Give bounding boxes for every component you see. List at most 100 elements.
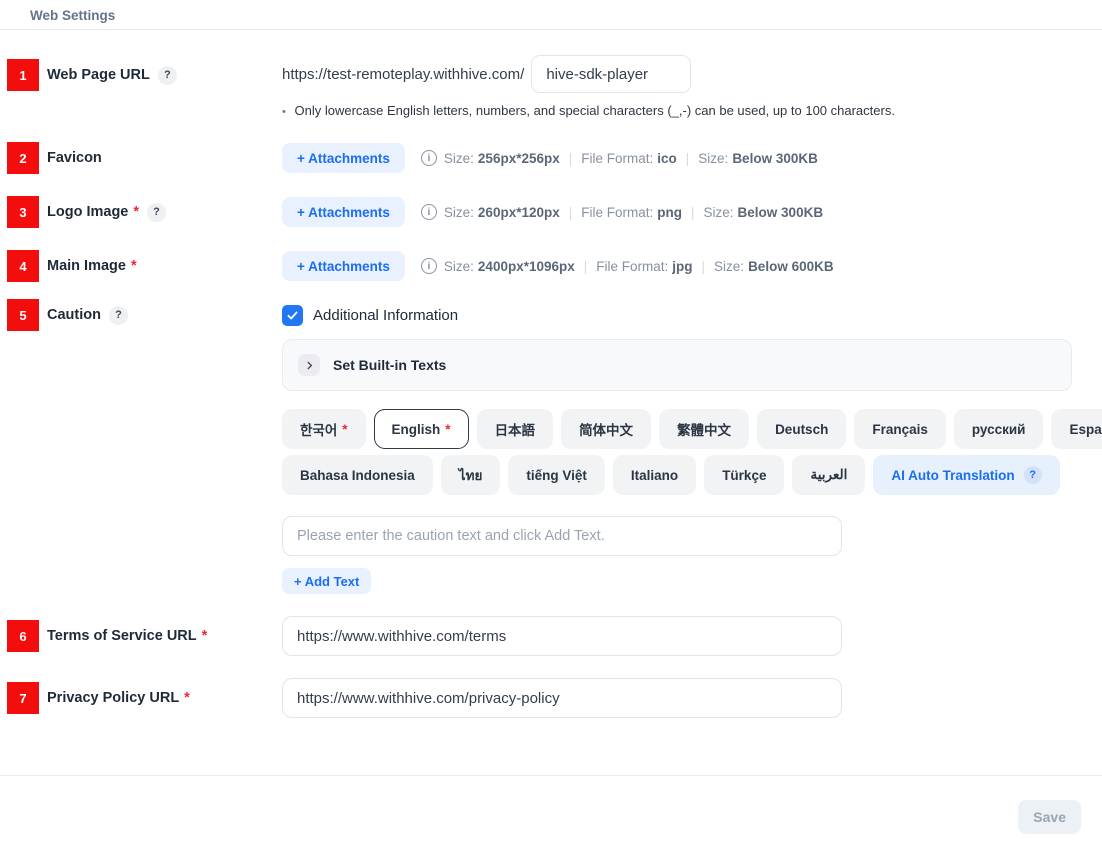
field-row-web-page-url: 1 Web Page URL ? https://test-remoteplay… xyxy=(0,55,1102,118)
format-label: File Format: xyxy=(581,151,653,166)
set-built-in-texts-panel[interactable]: Set Built-in Texts xyxy=(282,339,1072,391)
separator: | xyxy=(569,151,573,166)
filesize-value: Below 600KB xyxy=(748,259,834,274)
field-label-favicon: Favicon xyxy=(47,150,102,166)
field-number-badge: 3 xyxy=(7,196,39,228)
field-number-badge: 5 xyxy=(7,299,39,331)
filesize-value: Below 300KB xyxy=(738,205,824,220)
favicon-info-line: i Size: 256px*256px | File Format: ico |… xyxy=(421,150,818,166)
attachments-button[interactable]: + Attachments xyxy=(282,251,405,281)
language-chip-arabic[interactable]: العربية xyxy=(792,455,865,495)
filesize-value: Below 300KB xyxy=(732,151,818,166)
required-mark: * xyxy=(202,628,208,644)
required-mark: * xyxy=(184,690,190,706)
separator: | xyxy=(686,151,690,166)
language-chip-turkish[interactable]: Türkçe xyxy=(704,455,784,495)
language-chip-german[interactable]: Deutsch xyxy=(757,409,846,449)
field-label-logo-image: Logo Image * ? xyxy=(47,203,166,222)
web-page-url-input[interactable] xyxy=(531,55,691,93)
ai-auto-translation-button[interactable]: AI Auto Translation? xyxy=(873,455,1059,495)
help-icon[interactable]: ? xyxy=(158,66,177,85)
add-text-button[interactable]: + Add Text xyxy=(282,568,371,594)
field-label-text: Main Image xyxy=(47,258,126,274)
language-chip-french[interactable]: Français xyxy=(854,409,946,449)
main-image-attach-line: + Attachments i Size: 2400px*1096px | Fi… xyxy=(282,251,1102,281)
web-settings-page: Web Settings 1 Web Page URL ? https://te… xyxy=(0,0,1102,850)
language-chip-simplified-chinese[interactable]: 简体中文 xyxy=(561,409,651,449)
field-label-text: Terms of Service URL xyxy=(47,628,197,644)
field-row-main-image: 4 Main Image * + Attachments i Size: 240… xyxy=(0,251,1102,281)
logo-info-line: i Size: 260px*120px | File Format: png |… xyxy=(421,204,823,220)
web-page-url-helper: • Only lowercase English letters, number… xyxy=(282,103,1102,118)
field-content-main-image: + Attachments i Size: 2400px*1096px | Fi… xyxy=(282,251,1102,281)
size-label: Size: xyxy=(444,259,474,274)
size-value: 2400px*1096px xyxy=(478,259,575,274)
filesize-label: Size: xyxy=(698,151,728,166)
required-mark: * xyxy=(342,422,347,437)
language-chip-label: 繁體中文 xyxy=(677,419,731,439)
field-content-terms-url xyxy=(282,616,1102,656)
web-page-url-line: https://test-remoteplay.withhive.com/ xyxy=(282,55,1102,93)
language-chip-label: English xyxy=(392,422,441,437)
language-chip-label: العربية xyxy=(810,467,847,483)
separator: | xyxy=(569,205,573,220)
field-left-privacy-url: 7 Privacy Policy URL * xyxy=(0,678,282,718)
main-image-info-line: i Size: 2400px*1096px | File Format: jpg… xyxy=(421,258,834,274)
attachments-button[interactable]: + Attachments xyxy=(282,143,405,173)
format-label: File Format: xyxy=(596,259,668,274)
chevron-right-icon[interactable] xyxy=(298,354,320,376)
language-chip-italian[interactable]: Italiano xyxy=(613,455,696,495)
attachments-button[interactable]: + Attachments xyxy=(282,197,405,227)
field-label-web-page-url: Web Page URL ? xyxy=(47,66,177,85)
field-label-text: Favicon xyxy=(47,150,102,166)
additional-information-checkbox[interactable] xyxy=(282,305,303,326)
help-icon[interactable]: ? xyxy=(147,203,166,222)
language-chip-indonesian[interactable]: Bahasa Indonesia xyxy=(282,455,433,495)
help-icon[interactable]: ? xyxy=(1024,466,1042,484)
language-chip-japanese[interactable]: 日本語 xyxy=(477,409,554,449)
language-chip-label: tiếng Việt xyxy=(526,468,587,483)
field-number-badge: 7 xyxy=(7,682,39,714)
language-tabs-row-2: Bahasa Indonesia ไทย tiếng Việt Italiano… xyxy=(282,455,1102,495)
separator: | xyxy=(691,205,695,220)
language-chip-label: Deutsch xyxy=(775,422,828,437)
helper-bullet: • xyxy=(282,106,286,118)
language-chip-label: русский xyxy=(972,422,1026,437)
field-content-web-page-url: https://test-remoteplay.withhive.com/ • … xyxy=(282,55,1102,118)
field-content-privacy-url xyxy=(282,678,1102,718)
favicon-attach-line: + Attachments i Size: 256px*256px | File… xyxy=(282,143,1102,173)
field-label-text: Web Page URL xyxy=(47,67,150,83)
language-chip-traditional-chinese[interactable]: 繁體中文 xyxy=(659,409,749,449)
additional-information-label: Additional Information xyxy=(313,307,458,324)
field-label-main-image: Main Image * xyxy=(47,258,137,274)
field-row-privacy-url: 7 Privacy Policy URL * xyxy=(0,678,1102,718)
field-content-logo-image: + Attachments i Size: 260px*120px | File… xyxy=(282,197,1102,227)
logo-attach-line: + Attachments i Size: 260px*120px | File… xyxy=(282,197,1102,227)
helper-text: Only lowercase English letters, numbers,… xyxy=(294,103,894,118)
set-built-in-texts-title: Set Built-in Texts xyxy=(333,357,446,373)
field-row-caution: 5 Caution ? Additional Information xyxy=(0,303,1102,594)
filesize-label: Size: xyxy=(704,205,734,220)
field-left-web-page-url: 1 Web Page URL ? xyxy=(0,55,282,95)
privacy-policy-url-input[interactable] xyxy=(282,678,842,718)
language-chip-thai[interactable]: ไทย xyxy=(441,455,501,495)
language-chip-label: Español xyxy=(1069,422,1102,437)
field-label-privacy-url: Privacy Policy URL * xyxy=(47,690,190,706)
language-chip-korean[interactable]: 한국어 * xyxy=(282,409,366,449)
caution-text-input[interactable] xyxy=(282,516,842,556)
language-chip-label: Français xyxy=(872,422,928,437)
separator: | xyxy=(702,259,706,274)
required-mark: * xyxy=(131,258,137,274)
terms-of-service-url-input[interactable] xyxy=(282,616,842,656)
language-chip-russian[interactable]: русский xyxy=(954,409,1044,449)
language-chip-english[interactable]: English* xyxy=(374,409,469,449)
save-button[interactable]: Save xyxy=(1018,800,1081,834)
help-icon[interactable]: ? xyxy=(109,306,128,325)
page-header: Web Settings xyxy=(0,0,1102,30)
language-chip-label: 한국어 xyxy=(300,419,337,439)
language-chip-vietnamese[interactable]: tiếng Việt xyxy=(508,455,605,495)
page-title: Web Settings xyxy=(30,8,115,23)
language-chip-spanish[interactable]: Español xyxy=(1051,409,1102,449)
field-content-caution: Additional Information Set Built-in Text… xyxy=(282,303,1102,594)
language-chip-label: 简体中文 xyxy=(579,419,633,439)
